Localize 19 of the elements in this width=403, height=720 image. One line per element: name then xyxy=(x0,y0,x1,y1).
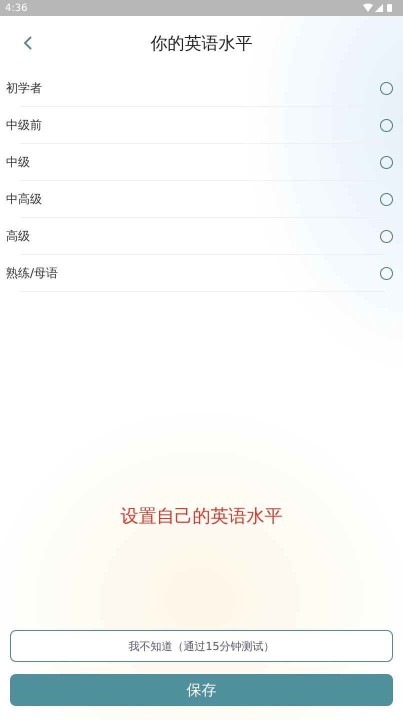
radio-button[interactable] xyxy=(380,267,393,280)
radio-button[interactable] xyxy=(380,230,393,243)
level-label: 中高级 xyxy=(6,191,42,208)
status-time: 4:36 xyxy=(5,2,28,14)
save-button[interactable]: 保存 xyxy=(10,674,393,706)
status-icons xyxy=(363,3,393,13)
unknown-level-button[interactable]: 我不知道（通过15分钟测试） xyxy=(10,630,393,662)
level-label: 高级 xyxy=(6,228,30,245)
radio-button[interactable] xyxy=(380,156,393,169)
level-label: 中级 xyxy=(6,154,30,171)
caption-text: 设置自己的英语水平 xyxy=(120,505,282,528)
page-title: 你的英语水平 xyxy=(150,32,252,54)
level-label: 中级前 xyxy=(6,117,42,134)
radio-button[interactable] xyxy=(380,82,393,95)
radio-button[interactable] xyxy=(380,119,393,132)
level-label: 初学者 xyxy=(6,80,42,97)
chevron-left-icon xyxy=(23,35,33,51)
level-label: 熟练/母语 xyxy=(6,265,58,282)
radio-button[interactable] xyxy=(380,193,393,206)
